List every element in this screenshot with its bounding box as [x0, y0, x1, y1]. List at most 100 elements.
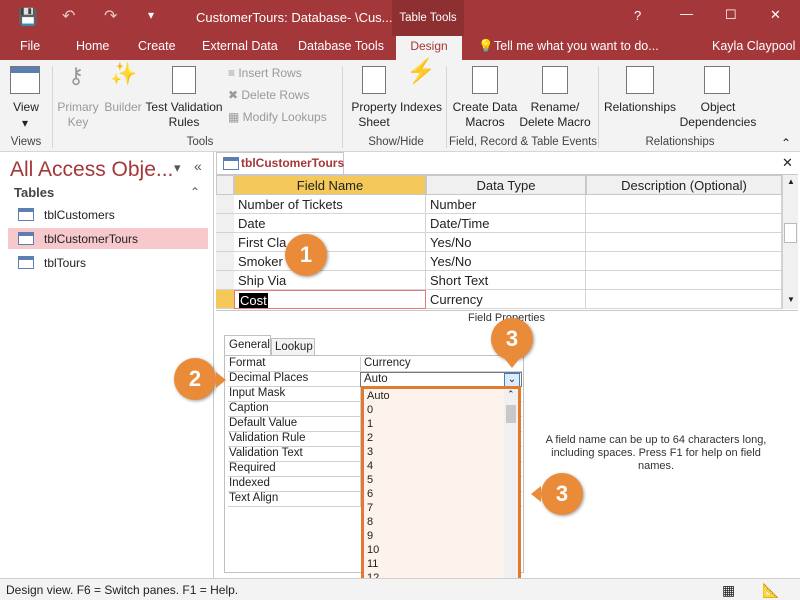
field-name-cell[interactable]: Smoker [234, 252, 426, 271]
minimize-icon[interactable]: — [680, 6, 693, 21]
description-cell[interactable] [586, 214, 782, 233]
property-sheet-button[interactable]: Property Sheet [346, 100, 402, 130]
callout-2: 2 [174, 358, 216, 400]
data-type-cell[interactable]: Currency [426, 290, 586, 309]
data-type-cell[interactable]: Short Text [426, 271, 586, 290]
scroll-thumb[interactable] [784, 223, 797, 243]
dropdown-arrow-icon[interactable]: ⌄ [504, 373, 520, 387]
dropdown-option[interactable]: 3 [367, 445, 373, 459]
rename-delete-macro-button[interactable]: Rename/ Delete Macro [516, 100, 594, 130]
row-selector-current[interactable] [216, 290, 234, 309]
user-name[interactable]: Kayla Claypool [712, 39, 795, 53]
tab-file[interactable]: File [20, 39, 40, 53]
delete-rows-label: Delete Rows [241, 88, 310, 102]
description-cell[interactable] [586, 195, 782, 214]
dropdown-option[interactable]: 1 [367, 417, 373, 431]
description-cell[interactable] [586, 252, 782, 271]
tab-external-data[interactable]: External Data [202, 39, 278, 53]
primary-key-button[interactable]: Primary Key [54, 100, 102, 130]
scroll-down-icon[interactable]: ▼ [787, 295, 795, 304]
dropdown-option[interactable]: 8 [367, 515, 373, 529]
data-type-cell[interactable]: Yes/No [426, 252, 586, 271]
prop-label-text-align: Text Align [228, 492, 360, 507]
context-tab-label: Table Tools [392, 0, 464, 36]
row-selector[interactable] [216, 233, 234, 252]
nav-item-tbltours[interactable]: tblTours [8, 252, 208, 273]
prop-value-format[interactable]: Currency [360, 357, 522, 372]
save-icon[interactable]: 💾 [18, 7, 38, 27]
dropdown-scrollbar[interactable]: ⌃ ⌄ [504, 389, 518, 593]
design-view-icon[interactable]: 📐 [762, 582, 779, 599]
tab-create[interactable]: Create [138, 39, 176, 53]
row-selector[interactable] [216, 271, 234, 290]
close-document-icon[interactable]: ✕ [782, 155, 793, 171]
field-name-cell[interactable]: First Cla [234, 233, 426, 252]
insert-rows-button[interactable]: ≡ Insert Rows [228, 66, 338, 81]
help-icon[interactable]: ? [634, 8, 641, 23]
row-selector[interactable] [216, 252, 234, 271]
prop-label-caption: Caption [228, 402, 360, 417]
dropdown-option[interactable]: 4 [367, 459, 373, 473]
undo-icon[interactable]: ↶ [62, 6, 75, 26]
data-type-cell[interactable]: Yes/No [426, 233, 586, 252]
nav-title[interactable]: All Access Obje... [10, 158, 173, 182]
collapse-section-icon[interactable]: ⌃ [190, 185, 200, 199]
data-type-cell[interactable]: Date/Time [426, 214, 586, 233]
divider [598, 66, 599, 148]
redo-icon[interactable]: ↷ [104, 6, 117, 26]
scroll-up-icon[interactable]: ⌃ [507, 389, 515, 400]
field-name-cell[interactable]: Number of Tickets [234, 195, 426, 214]
dropdown-option[interactable]: 10 [367, 543, 379, 557]
data-type-cell[interactable]: Number [426, 195, 586, 214]
dropdown-option[interactable]: 11 [367, 557, 378, 571]
object-dependencies-button[interactable]: Object Dependencies [676, 100, 760, 130]
nav-item-tblcustomers[interactable]: tblCustomers [8, 204, 208, 225]
nav-item-tblcustomertours[interactable]: tblCustomerTours [8, 228, 208, 249]
builder-button[interactable]: Builder [102, 100, 144, 115]
field-name-cell[interactable]: Date [234, 214, 426, 233]
tab-home[interactable]: Home [76, 39, 109, 53]
dropdown-option[interactable]: 2 [367, 431, 373, 445]
prop-value-decimal-places[interactable]: Auto [360, 372, 522, 387]
dropdown-option[interactable]: 0 [367, 403, 373, 417]
maximize-icon[interactable]: ☐ [725, 7, 737, 23]
description-cell[interactable] [586, 233, 782, 252]
nav-section-tables[interactable]: Tables [14, 185, 54, 200]
scroll-thumb[interactable] [506, 405, 516, 423]
row-selector[interactable] [216, 195, 234, 214]
row-selector[interactable] [216, 214, 234, 233]
modify-lookups-button[interactable]: ▦ Modify Lookups [228, 110, 338, 125]
collapse-ribbon-icon[interactable]: ⌃ [778, 136, 794, 151]
shutter-bar-icon[interactable]: « [194, 158, 202, 174]
scroll-up-icon[interactable]: ▲ [787, 177, 795, 186]
dropdown-option[interactable]: 7 [367, 501, 373, 515]
view-button[interactable]: View [4, 100, 48, 115]
window-title: CustomerTours: Database- \Cus... [196, 10, 393, 25]
dropdown-option[interactable]: 9 [367, 529, 373, 543]
delete-rows-button[interactable]: ✖ Delete Rows [228, 88, 338, 103]
description-cell[interactable] [586, 271, 782, 290]
field-name-cell[interactable]: Ship Via [234, 271, 426, 290]
group-field-record-table-events: Field, Record & Table Events [448, 136, 598, 148]
customize-icon[interactable]: ▾ [148, 8, 154, 22]
indexes-button[interactable]: Indexes [398, 100, 444, 115]
tab-database-tools[interactable]: Database Tools [298, 39, 384, 53]
tell-me-search[interactable]: Tell me what you want to do... [494, 39, 659, 53]
nav-menu-icon[interactable]: ▾ [174, 160, 181, 176]
ribbon: View ▾ Views ⚷ Primary Key ✨ Builder Tes… [0, 60, 800, 152]
document-tab[interactable]: tblCustomerTours [216, 152, 344, 174]
view-dropdown-icon[interactable]: ▾ [10, 116, 40, 131]
dropdown-option[interactable]: Auto [367, 389, 390, 403]
dropdown-option[interactable]: 6 [367, 487, 373, 501]
create-data-macros-button[interactable]: Create Data Macros [450, 100, 520, 130]
header-data-type: Data Type [426, 175, 586, 195]
description-cell[interactable] [586, 290, 782, 309]
test-validation-button[interactable]: Test Validation Rules [144, 100, 224, 130]
close-icon[interactable]: ✕ [770, 7, 781, 23]
tab-design[interactable]: Design [396, 36, 462, 60]
relationships-button[interactable]: Relationships [600, 100, 680, 115]
datasheet-view-icon[interactable]: ▦ [722, 582, 735, 599]
grid-scrollbar[interactable]: ▲ ▼ [782, 175, 798, 309]
dropdown-option[interactable]: 5 [367, 473, 373, 487]
field-name-cell-selected[interactable]: Cost [234, 290, 426, 309]
